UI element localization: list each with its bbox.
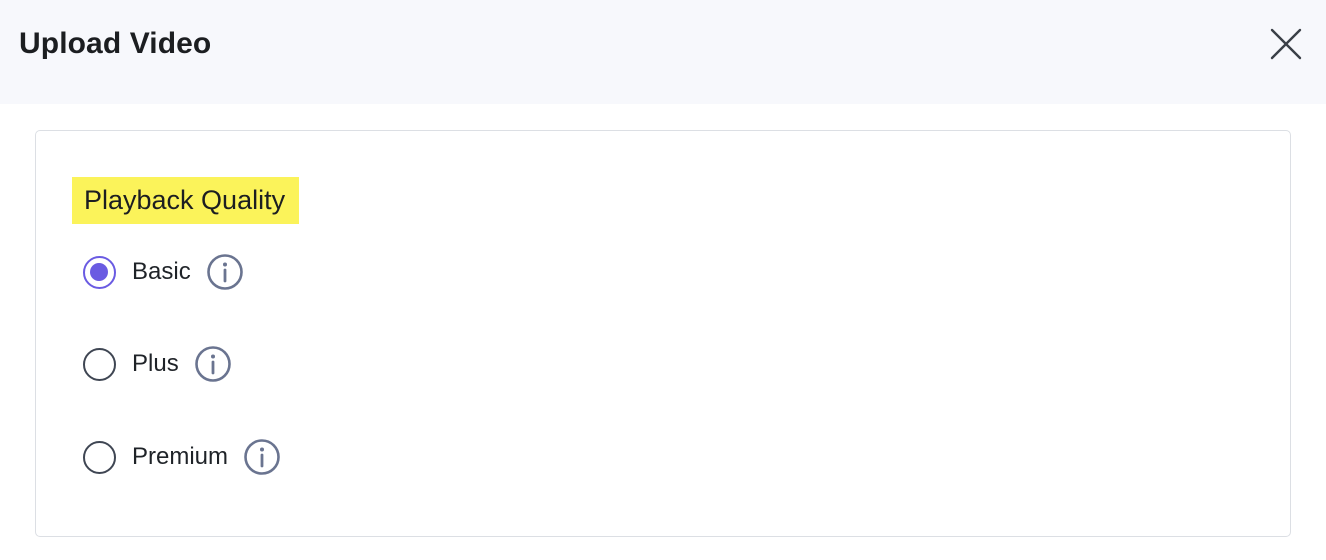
quality-option-premium[interactable]: Premium: [83, 437, 281, 477]
radio-premium[interactable]: [83, 440, 116, 474]
close-icon[interactable]: [1264, 22, 1308, 66]
dialog-header: Upload Video: [0, 0, 1326, 104]
quality-option-label: Plus: [132, 350, 179, 377]
playback-quality-heading: Playback Quality: [72, 177, 300, 224]
quality-option-label: Basic: [132, 258, 191, 285]
quality-option-basic[interactable]: Basic: [83, 252, 244, 292]
radio-basic[interactable]: [83, 255, 116, 289]
info-icon[interactable]: [243, 438, 281, 476]
radio-plus[interactable]: [83, 347, 116, 381]
info-icon[interactable]: [206, 253, 244, 291]
dialog-title: Upload Video: [19, 27, 212, 60]
info-icon[interactable]: [194, 345, 232, 383]
quality-option-label: Premium: [132, 443, 229, 470]
quality-option-plus[interactable]: Plus: [83, 344, 232, 384]
close-button[interactable]: [1264, 22, 1308, 66]
